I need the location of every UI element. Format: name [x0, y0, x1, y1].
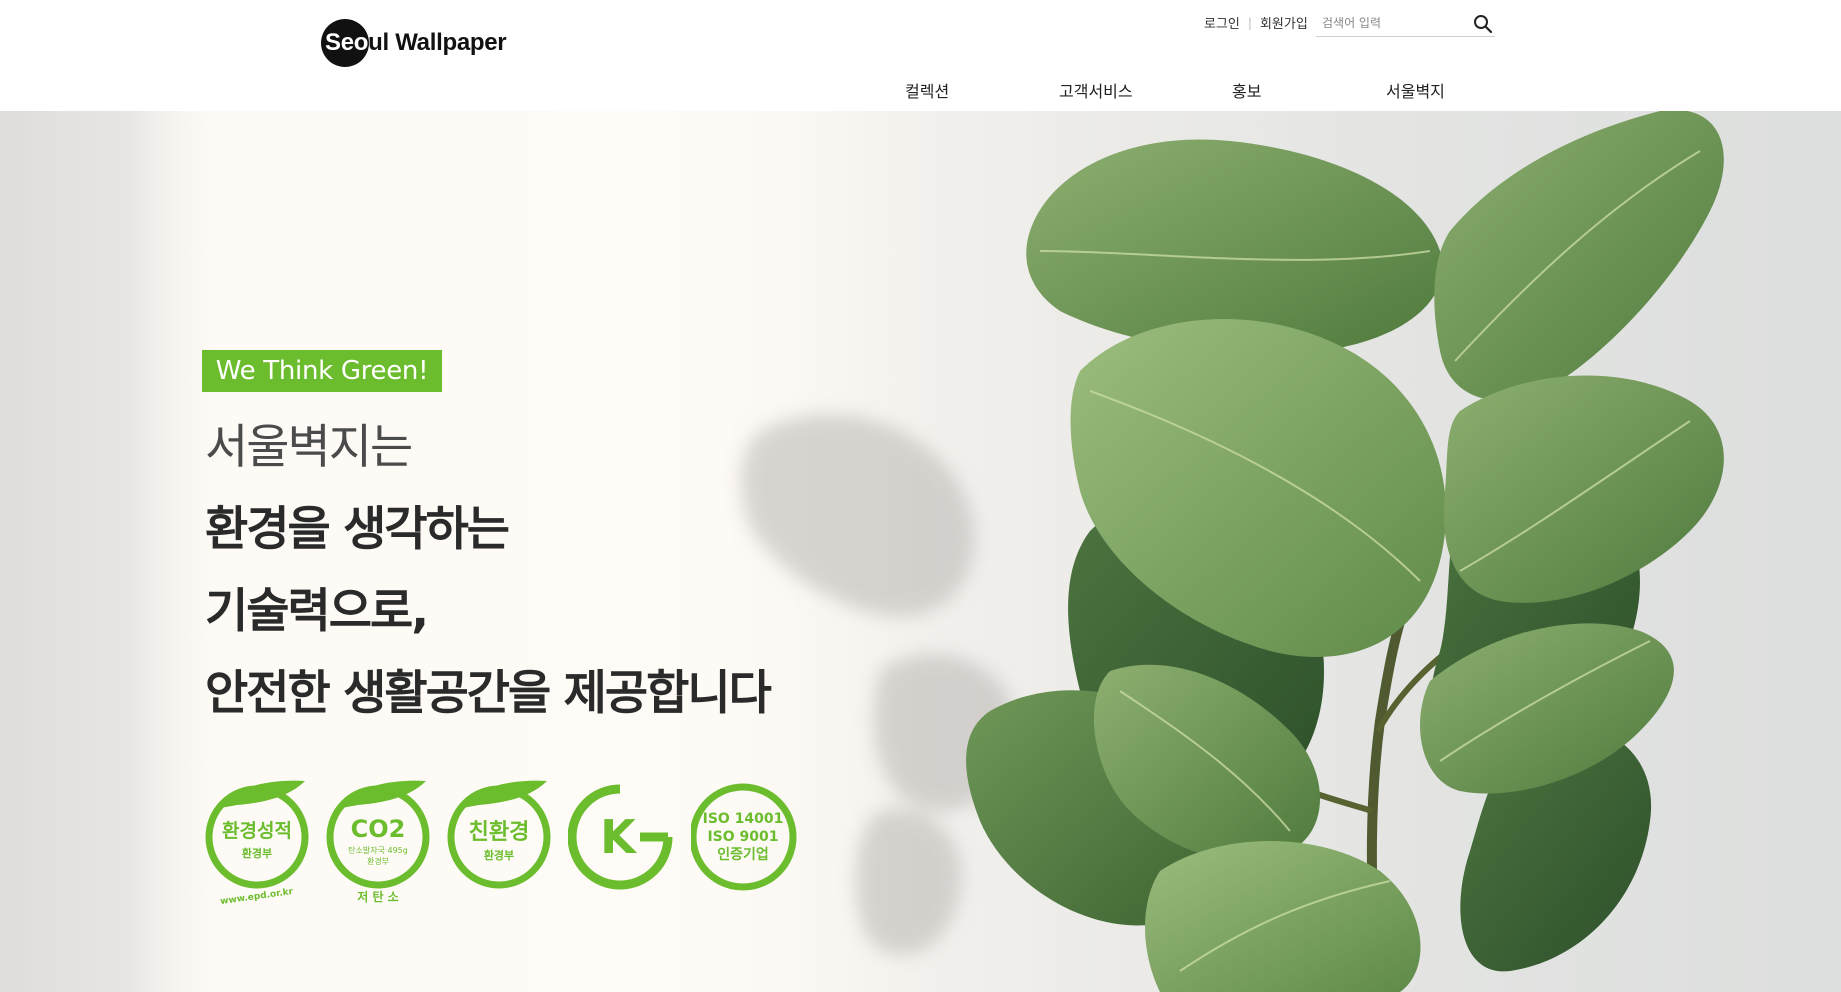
nav-item-customer-service[interactable]: 고객서비스 — [1059, 78, 1133, 102]
low-carbon-badge-icon: CO2 탄소발자국 495g 환경부 저 탄 소 — [326, 780, 430, 904]
badge-3-main: 친환경 — [469, 820, 530, 845]
badge-4-main: K — [600, 810, 638, 864]
badge-2-sub: 탄소발자국 495g — [348, 845, 408, 855]
search-box — [1316, 12, 1495, 37]
nav-item-seoul-wallpaper[interactable]: 서울벽지 — [1386, 78, 1445, 102]
headline-line-2: 환경을 생각하는 — [205, 502, 510, 557]
join-link[interactable]: 회원가입 — [1260, 13, 1308, 32]
headline-line-3: 기술력으로, — [205, 584, 429, 639]
iso-certification-badge-icon: ISO 14001 ISO 9001 인증기업 — [691, 783, 797, 891]
badge-2-arc: 저 탄 소 — [357, 889, 398, 904]
logo-wordmark: Seoul Wallpaper — [325, 29, 507, 56]
utility-links: 로그인 | 회원가입 — [1204, 13, 1308, 33]
badge-5-line3: 인증기업 — [717, 846, 769, 863]
search-icon — [1474, 15, 1493, 34]
badge-2-sub2: 환경부 — [367, 856, 389, 866]
badge-5-line2: ISO 9001 — [707, 829, 778, 845]
certification-badges: 환경성적 환경부 www.epd.or.kr CO2 탄소발자국 495g 환경… — [205, 775, 805, 915]
badge-1-sub: 환경부 — [242, 846, 272, 860]
main-nav: 컬렉션 고객서비스 홍보 서울벽지 — [0, 78, 1841, 102]
search-button[interactable] — [1471, 12, 1495, 36]
tagline-badge: We Think Green! — [202, 350, 442, 392]
headline-line-4: 안전한 생활공간을 제공합니다 — [205, 666, 772, 721]
ks-mark-icon: K — [568, 784, 673, 890]
site-logo[interactable]: Seoul Wallpaper — [321, 19, 507, 67]
fiddle-leaf-plant-image — [966, 111, 1724, 992]
badge-1-main: 환경성적 — [222, 820, 292, 842]
site-header: Seoul Wallpaper 로그인 | 회원가입 컬렉션 고객서비스 홍보 … — [0, 0, 1841, 111]
badge-5-line1: ISO 14001 — [703, 811, 784, 827]
hero-banner: We Think Green! 서울벽지는 환경을 생각하는 기술력으로, 안전… — [0, 111, 1841, 992]
nav-item-collection[interactable]: 컬렉션 — [905, 78, 949, 102]
login-link[interactable]: 로그인 — [1204, 13, 1240, 32]
utility-separator: | — [1247, 15, 1252, 30]
nav-item-pr[interactable]: 홍보 — [1232, 78, 1261, 102]
hero-headline: 서울벽지는 환경을 생각하는 기술력으로, 안전한 생활공간을 제공합니다 — [205, 407, 772, 735]
search-input[interactable] — [1316, 12, 1472, 34]
badge-3-sub: 환경부 — [484, 848, 514, 862]
badge-1-arc: www.epd.or.kr — [220, 887, 295, 905]
eco-performance-badge-icon: 환경성적 환경부 www.epd.or.kr — [205, 780, 309, 905]
eco-friendly-badge-icon: 친환경 환경부 — [447, 780, 551, 889]
headline-line-1: 서울벽지는 — [205, 420, 413, 475]
badge-2-main: CO2 — [351, 815, 406, 843]
